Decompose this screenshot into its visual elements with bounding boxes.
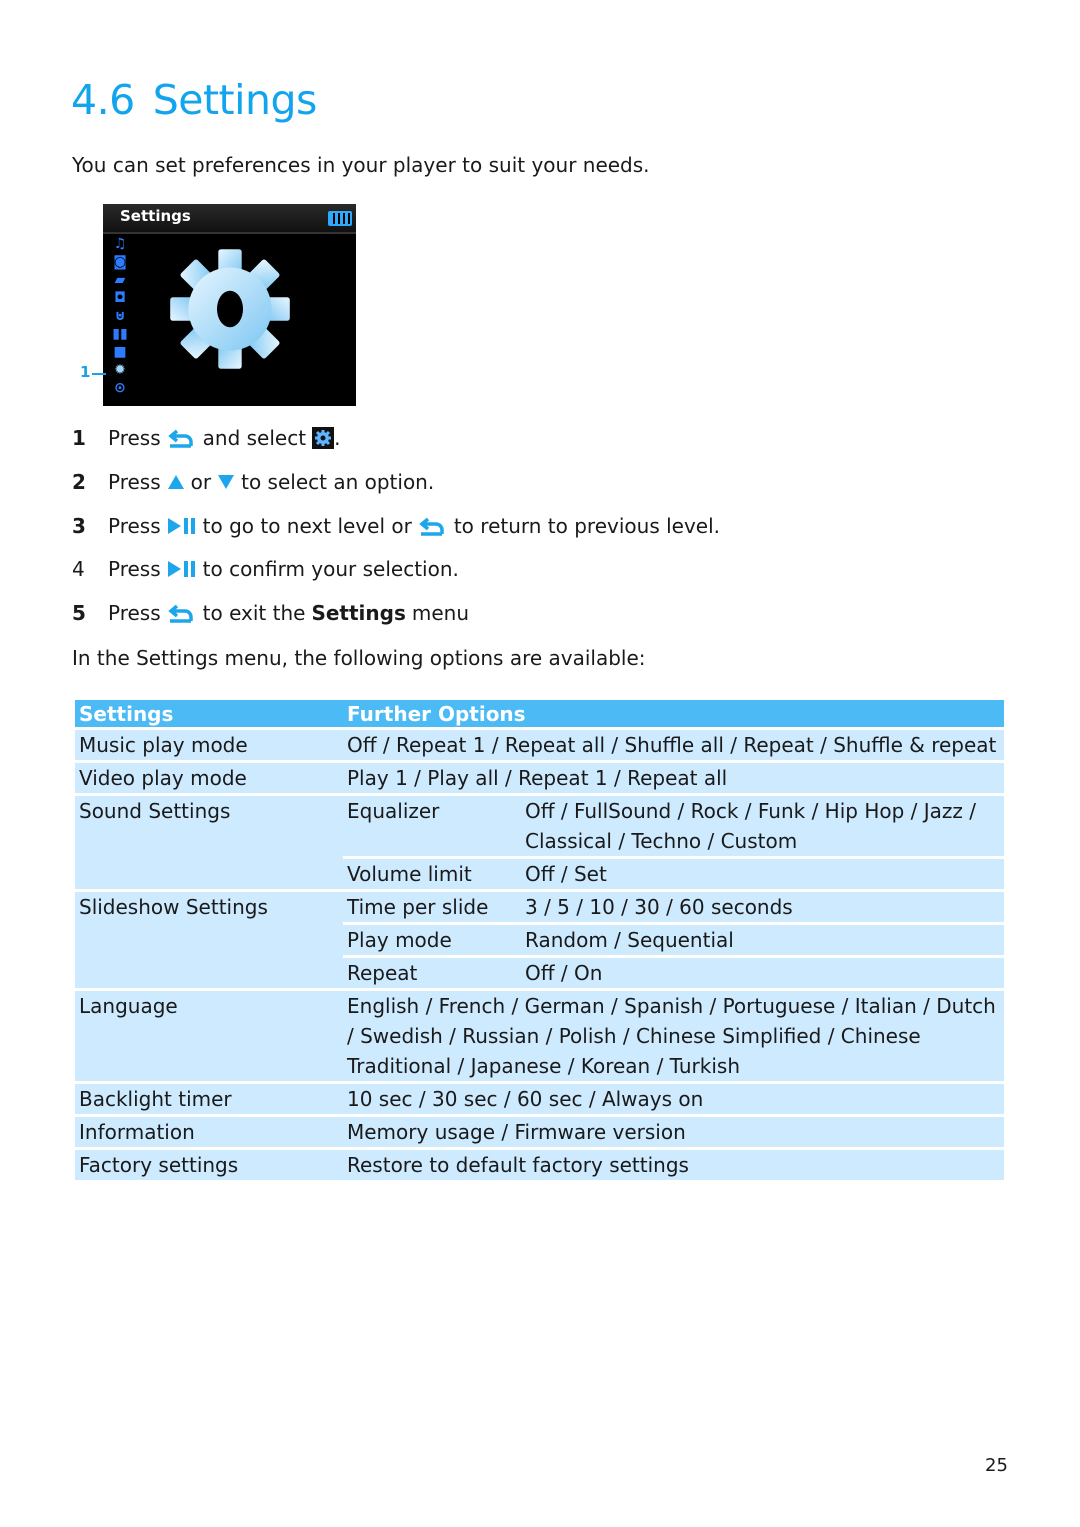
radio-icon: ◘ bbox=[114, 290, 126, 306]
setting-options: Off / Repeat 1 / Repeat all / Shuffle al… bbox=[343, 730, 1004, 760]
sub-setting-name: Equalizer bbox=[343, 796, 521, 856]
back-icon bbox=[167, 604, 193, 623]
play-circle-icon: ⊙ bbox=[114, 380, 126, 396]
setting-name: Factory settings bbox=[75, 1150, 343, 1180]
book-icon: ▮▮ bbox=[112, 326, 128, 342]
play-pause-icon bbox=[167, 518, 195, 534]
step-text: Press bbox=[108, 426, 161, 450]
table-row: Backlight timer 10 sec / 30 sec / 60 sec… bbox=[75, 1084, 1004, 1114]
page-number: 25 bbox=[985, 1455, 1008, 1476]
section-heading: 4.6 Settings bbox=[71, 76, 317, 124]
step-text-bold: Settings bbox=[311, 601, 406, 625]
step-4: 4 Press to confirm your selection. bbox=[72, 557, 459, 581]
sub-setting-name: Repeat bbox=[343, 958, 521, 988]
setting-name: Sound Settings bbox=[75, 796, 343, 889]
step-2: 2 Press or to select an option. bbox=[72, 470, 434, 494]
sub-setting-name: Play mode bbox=[343, 925, 521, 955]
setting-options: 10 sec / 30 sec / 60 sec / Always on bbox=[343, 1084, 1004, 1114]
table-row: Information Memory usage / Firmware vers… bbox=[75, 1117, 1004, 1147]
step-text: and select bbox=[202, 426, 307, 450]
table-header-row: Settings Further Options bbox=[75, 700, 1004, 727]
video-icon: ▰ bbox=[114, 272, 126, 288]
setting-options: Off / On bbox=[521, 958, 1004, 988]
step-text: Press bbox=[108, 557, 161, 581]
setting-options: Off / Set bbox=[521, 859, 1004, 889]
settings-icon: ✹ bbox=[114, 362, 126, 378]
step-text: to go to next level or bbox=[202, 514, 412, 538]
setting-options: Memory usage / Firmware version bbox=[343, 1117, 1004, 1147]
step-5: 5 Press to exit the Settings menu bbox=[72, 601, 469, 625]
setting-options: Random / Sequential bbox=[521, 925, 1004, 955]
back-icon bbox=[167, 429, 193, 448]
folder-icon: ■ bbox=[113, 344, 127, 360]
setting-name: Language bbox=[75, 991, 343, 1081]
up-arrow-icon bbox=[167, 475, 184, 489]
settings-options-table: Settings Further Options Music play mode… bbox=[75, 697, 1004, 1183]
table-row: Sound Settings Equalizer Off / FullSound… bbox=[75, 796, 1004, 889]
setting-name: Backlight timer bbox=[75, 1084, 343, 1114]
setting-name: Information bbox=[75, 1117, 343, 1147]
gear-icon bbox=[170, 249, 290, 369]
step-number: 5 bbox=[72, 601, 86, 625]
setting-options: Off / FullSound / Rock / Funk / Hip Hop … bbox=[521, 796, 1004, 856]
step-text: or bbox=[190, 470, 212, 494]
step-text: to confirm your selection. bbox=[202, 557, 459, 581]
step-text: Press bbox=[108, 514, 161, 538]
step-3: 3 Press to go to next level or to return… bbox=[72, 514, 720, 538]
sub-setting-name: Time per slide bbox=[343, 892, 521, 922]
setting-options: English / French / German / Spanish / Po… bbox=[343, 991, 1004, 1081]
step-text: to return to previous level. bbox=[453, 514, 721, 538]
step-1: 1 Press and select . bbox=[72, 426, 340, 450]
camera-icon: ◙ bbox=[113, 254, 127, 270]
setting-options: 3 / 5 / 10 / 30 / 60 seconds bbox=[521, 892, 1004, 922]
sub-setting-name: Volume limit bbox=[343, 859, 521, 889]
device-screenshot: Settings ♫ ◙ ▰ ◘ ⊍ ▮▮ ■ ✹ ⊙ bbox=[103, 204, 356, 406]
step-number: 4 bbox=[72, 557, 85, 581]
down-arrow-icon bbox=[218, 475, 235, 489]
setting-options: Restore to default factory settings bbox=[343, 1150, 1004, 1180]
table-row: Video play mode Play 1 / Play all / Repe… bbox=[75, 763, 1004, 793]
header-settings: Settings bbox=[75, 700, 343, 727]
step-text: to select an option. bbox=[241, 470, 435, 494]
header-further-options: Further Options bbox=[343, 700, 1004, 727]
table-row: Language English / French / German / Spa… bbox=[75, 991, 1004, 1081]
section-number: 4.6 bbox=[71, 76, 135, 124]
settings-menu-icon bbox=[312, 427, 335, 449]
device-title: Settings bbox=[120, 207, 191, 225]
setting-name: Video play mode bbox=[75, 763, 343, 793]
step-text: . bbox=[334, 426, 341, 450]
play-pause-icon bbox=[167, 561, 195, 577]
setting-name: Slideshow Settings bbox=[75, 892, 343, 988]
step-text: Press bbox=[108, 470, 161, 494]
setting-options: Play 1 / Play all / Repeat 1 / Repeat al… bbox=[343, 763, 1004, 793]
step-text: menu bbox=[411, 601, 469, 625]
step-number: 1 bbox=[72, 426, 86, 450]
step-text: to exit the bbox=[202, 601, 306, 625]
callout-number: 1 bbox=[80, 363, 91, 381]
step-text: Press bbox=[108, 601, 161, 625]
setting-name: Music play mode bbox=[75, 730, 343, 760]
table-row: Music play mode Off / Repeat 1 / Repeat … bbox=[75, 730, 1004, 760]
table-row: Factory settings Restore to default fact… bbox=[75, 1150, 1004, 1180]
music-icon: ♫ bbox=[113, 236, 127, 252]
step-number: 3 bbox=[72, 514, 86, 538]
table-intro: In the Settings menu, the following opti… bbox=[72, 646, 646, 670]
battery-icon bbox=[328, 211, 352, 226]
microphone-icon: ⊍ bbox=[114, 308, 126, 324]
table-row: Slideshow Settings Time per slide 3 / 5 … bbox=[75, 892, 1004, 988]
section-title: Settings bbox=[152, 76, 318, 124]
device-menu-icons: ♫ ◙ ▰ ◘ ⊍ ▮▮ ■ ✹ ⊙ bbox=[111, 236, 129, 396]
step-number: 2 bbox=[72, 470, 86, 494]
callout-line bbox=[92, 373, 106, 375]
back-icon bbox=[419, 517, 444, 536]
device-title-bar: Settings bbox=[103, 204, 356, 234]
intro-text: You can set preferences in your player t… bbox=[72, 153, 650, 177]
